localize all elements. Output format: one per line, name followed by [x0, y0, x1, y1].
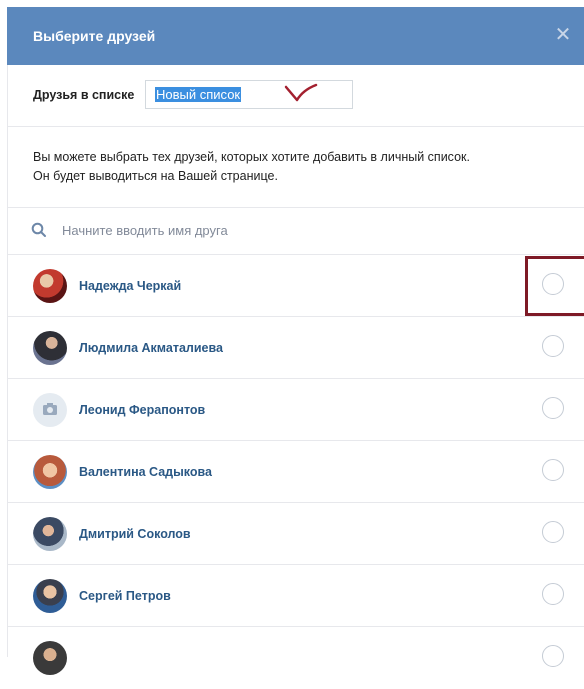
- search-row[interactable]: Начните вводить имя друга: [8, 208, 584, 254]
- search-input[interactable]: Начните вводить имя друга: [62, 223, 228, 238]
- friend-row[interactable]: Сергей Петров: [8, 565, 584, 627]
- avatar: [33, 455, 67, 489]
- avatar: [33, 579, 67, 613]
- info-line-1: Вы можете выбрать тех друзей, которых хо…: [33, 150, 470, 164]
- friend-select-radio[interactable]: [542, 335, 564, 357]
- divider: [8, 126, 584, 127]
- friend-row[interactable]: Людмила Акматалиева: [8, 317, 584, 379]
- friend-select-radio[interactable]: [542, 645, 564, 667]
- checkmark-annotation-icon: [284, 83, 318, 102]
- list-name-value: Новый список: [155, 87, 242, 102]
- friend-row[interactable]: Леонид Ферапонтов: [8, 379, 584, 441]
- avatar: [33, 331, 67, 365]
- friend-name[interactable]: Надежда Черкай: [79, 279, 181, 293]
- list-name-label: Друзья в списке: [33, 88, 135, 102]
- info-text: Вы можете выбрать тех друзей, которых хо…: [33, 148, 553, 186]
- friend-name[interactable]: Людмила Акматалиева: [79, 341, 223, 355]
- friend-name[interactable]: Сергей Петров: [79, 589, 171, 603]
- friend-row[interactable]: Надежда Черкай: [8, 255, 584, 317]
- friend-select-radio[interactable]: [542, 397, 564, 419]
- friend-select-radio[interactable]: [542, 583, 564, 605]
- avatar: [33, 269, 67, 303]
- friend-select-radio[interactable]: [542, 521, 564, 543]
- highlight-annotation: [525, 256, 584, 316]
- avatar: [33, 641, 67, 675]
- friend-row[interactable]: Валентина Садыкова: [8, 441, 584, 503]
- friend-select-radio[interactable]: [542, 459, 564, 481]
- friend-row[interactable]: Дмитрий Соколов: [8, 503, 584, 565]
- dialog-header: Выберите друзей ✕: [7, 7, 584, 65]
- info-line-2: Он будет выводиться на Вашей странице.: [33, 169, 278, 183]
- friend-name[interactable]: Дмитрий Соколов: [79, 527, 191, 541]
- list-name-input[interactable]: Новый список: [145, 80, 353, 109]
- friend-row[interactable]: [8, 627, 584, 689]
- close-icon[interactable]: ✕: [552, 24, 574, 46]
- camera-icon: [33, 393, 67, 427]
- search-icon: [31, 222, 46, 237]
- friend-name[interactable]: Валентина Садыкова: [79, 465, 212, 479]
- dialog-title: Выберите друзей: [33, 28, 156, 44]
- avatar: [33, 517, 67, 551]
- friend-name[interactable]: Леонид Ферапонтов: [79, 403, 205, 417]
